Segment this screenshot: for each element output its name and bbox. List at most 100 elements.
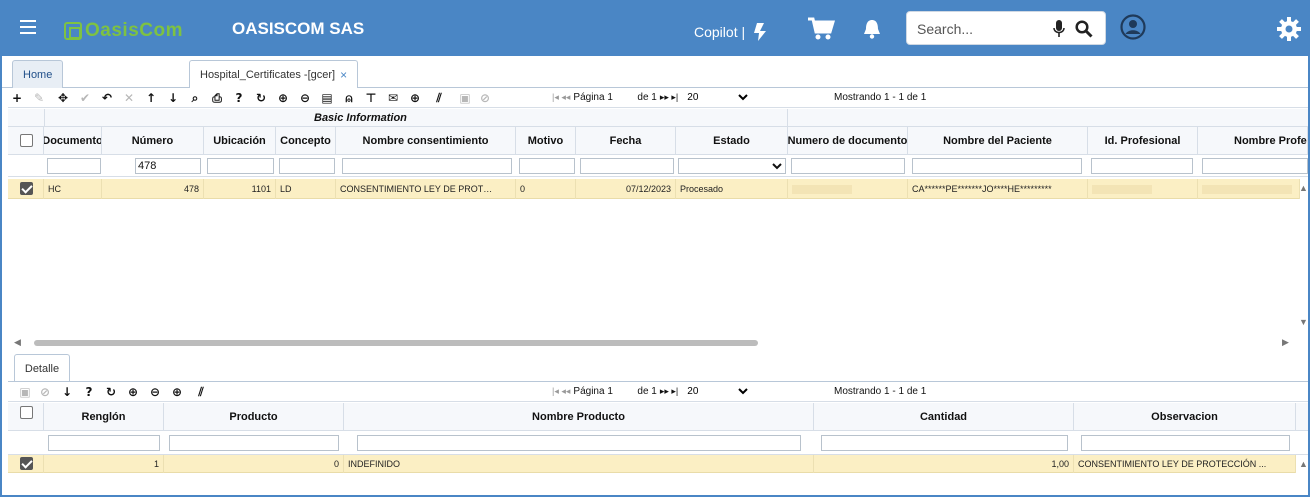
close-tab-icon[interactable]: × xyxy=(340,68,347,82)
master-filter-row xyxy=(8,155,1308,177)
scroll-thumb[interactable] xyxy=(34,340,758,346)
up-icon[interactable]: ↑ xyxy=(144,91,158,105)
col-nombre-producto[interactable]: Nombre Producto xyxy=(344,403,814,431)
find-icon[interactable]: ⌕ xyxy=(188,91,202,105)
col-nombre-profesional[interactable]: Nombre Profes xyxy=(1198,127,1308,155)
edit-icon: ✎ xyxy=(33,91,45,105)
next-page-icon[interactable]: ▸▸ ▸| xyxy=(660,386,678,397)
col-producto[interactable]: Producto xyxy=(164,403,344,431)
filter-producto[interactable] xyxy=(169,435,339,451)
filter-id-profesional[interactable] xyxy=(1091,158,1193,174)
filter-nombre-paciente[interactable] xyxy=(912,158,1082,174)
col-nombre-consentimiento[interactable]: Nombre consentimiento xyxy=(336,127,516,155)
undo-icon[interactable]: ↶ xyxy=(100,91,114,105)
filter-numero-documento[interactable] xyxy=(791,158,905,174)
move-icon[interactable]: ✥ xyxy=(56,91,70,105)
filter-cantidad[interactable] xyxy=(821,435,1068,451)
col-renglon[interactable]: Renglón xyxy=(44,403,164,431)
filter-nombre-profesional[interactable] xyxy=(1202,158,1308,174)
col-numero-documento[interactable]: Numero de documento xyxy=(788,127,908,155)
scroll-down-icon[interactable]: ▼ xyxy=(1299,317,1308,327)
select-all-checkbox[interactable] xyxy=(20,406,33,419)
filter-nombre-consentimiento[interactable] xyxy=(342,158,512,174)
zoom-out-icon[interactable]: ⊖ xyxy=(148,385,162,399)
filter-numero[interactable] xyxy=(135,158,201,174)
page-input[interactable] xyxy=(573,384,638,399)
col-ubicacion[interactable]: Ubicación xyxy=(204,127,276,155)
col-fecha[interactable]: Fecha xyxy=(576,127,676,155)
cancel-icon: ⊘ xyxy=(479,91,491,105)
col-motivo[interactable]: Motivo xyxy=(516,127,576,155)
select-all-checkbox[interactable] xyxy=(20,134,33,147)
col-nombre-paciente[interactable]: Nombre del Paciente xyxy=(908,127,1088,155)
filter-estado-select[interactable] xyxy=(678,158,786,174)
col-documento[interactable]: Documento xyxy=(44,127,102,155)
microphone-icon[interactable] xyxy=(1053,20,1065,38)
detail-vertical-scrollbar[interactable]: ▲ xyxy=(1298,455,1308,495)
copilot-button[interactable]: Copilot | xyxy=(694,21,771,43)
tab-home[interactable]: Home xyxy=(12,60,64,88)
plus-circle-icon[interactable]: ⊕ xyxy=(408,91,422,105)
page-size-select[interactable]: 20 xyxy=(683,384,752,399)
col-numero[interactable]: Número xyxy=(102,127,204,155)
scroll-right-icon[interactable]: ▶ xyxy=(1282,337,1289,348)
col-id-profesional[interactable]: Id. Profesional xyxy=(1088,127,1198,155)
search-input[interactable] xyxy=(917,19,1047,39)
settings-gear-icon[interactable] xyxy=(1276,16,1302,42)
scroll-up-icon[interactable]: ▲ xyxy=(1299,183,1308,193)
zoom-out-icon[interactable]: ⊖ xyxy=(298,91,312,105)
col-observacion[interactable]: Observacion xyxy=(1074,403,1296,431)
cart-icon[interactable] xyxy=(807,16,835,42)
filter-renglon[interactable] xyxy=(48,435,160,451)
search-box[interactable] xyxy=(906,11,1106,45)
clear-filter-icon[interactable]: ⫽ xyxy=(432,91,446,105)
table-row[interactable]: HC 478 1101 LD CONSENTIMIENTO LEY DE PRO… xyxy=(8,179,1300,199)
mail-icon[interactable]: ✉ xyxy=(386,91,400,105)
tab-detalle[interactable]: Detalle xyxy=(14,354,70,382)
select-all-cell xyxy=(8,127,44,155)
zoom-in-icon[interactable]: ⊕ xyxy=(126,385,140,399)
zoom-in-icon[interactable]: ⊕ xyxy=(276,91,290,105)
help-icon[interactable]: ? xyxy=(82,385,96,399)
filter-fecha[interactable] xyxy=(580,158,674,174)
master-vertical-scrollbar[interactable]: ▲ ▼ xyxy=(1298,179,1308,329)
search-icon[interactable] xyxy=(1075,20,1093,38)
plus-circle-icon[interactable]: ⊕ xyxy=(170,385,184,399)
col-estado[interactable]: Estado xyxy=(676,127,788,155)
master-horizontal-scrollbar[interactable]: ◀ ▶ xyxy=(8,336,1294,350)
filter-observacion[interactable] xyxy=(1081,435,1290,451)
pin-icon[interactable]: ⊤ xyxy=(364,91,378,105)
col-concepto[interactable]: Concepto xyxy=(276,127,336,155)
filter-ubicacion[interactable] xyxy=(207,158,274,174)
row-checkbox[interactable] xyxy=(20,182,33,195)
filter-nombre-producto[interactable] xyxy=(357,435,801,451)
page-of-label: de 1 xyxy=(637,92,657,103)
filter-documento[interactable] xyxy=(47,158,101,174)
col-cantidad[interactable]: Cantidad xyxy=(814,403,1074,431)
bell-icon[interactable] xyxy=(862,18,882,40)
down-icon[interactable]: ↓ xyxy=(60,385,74,399)
row-checkbox[interactable] xyxy=(20,457,33,470)
down-icon[interactable]: ↓ xyxy=(166,91,180,105)
user-avatar-icon[interactable] xyxy=(1120,14,1146,40)
cell-observacion: CONSENTIMIENTO LEY DE PROTECCIÓN ... xyxy=(1074,455,1296,473)
page-size-select[interactable]: 20 xyxy=(683,90,752,105)
table-row[interactable]: 1 0 INDEFINIDO 1,00 CONSENTIMIENTO LEY D… xyxy=(8,455,1296,473)
help-icon[interactable]: ? xyxy=(232,91,246,105)
scroll-left-icon[interactable]: ◀ xyxy=(14,337,21,348)
page-input[interactable] xyxy=(573,90,638,105)
scroll-up-icon[interactable]: ▲ xyxy=(1299,459,1308,469)
add-icon[interactable]: + xyxy=(10,91,24,105)
tab-hospital-certificates[interactable]: Hospital_Certificates -[gcer] × xyxy=(189,60,359,89)
filter-motivo[interactable] xyxy=(519,158,575,174)
user-icon[interactable]: ⍝ xyxy=(342,91,356,105)
menu-icon[interactable] xyxy=(20,20,36,34)
filter-concepto[interactable] xyxy=(279,158,335,174)
clear-filter-icon[interactable]: ⫽ xyxy=(194,385,208,399)
refresh-icon[interactable]: ↻ xyxy=(254,91,268,105)
refresh-icon[interactable]: ↻ xyxy=(104,385,118,399)
next-page-icon[interactable]: ▸▸ ▸| xyxy=(660,92,678,103)
print-icon[interactable]: ⎙ xyxy=(210,91,224,105)
cell-estado: Procesado xyxy=(676,179,788,199)
comment-icon[interactable]: ▤ xyxy=(320,91,334,105)
